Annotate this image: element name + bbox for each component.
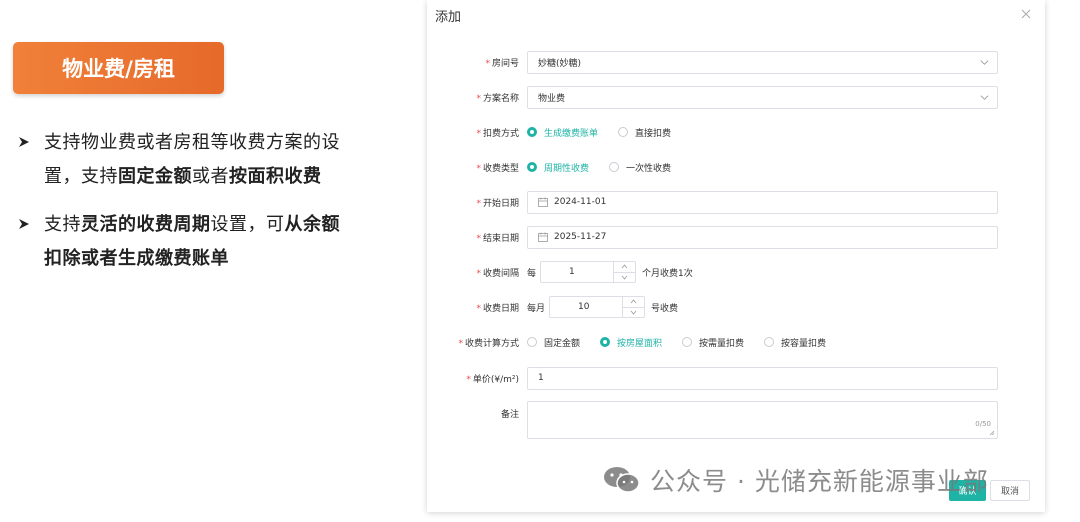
charge-day-value: 10 (578, 302, 590, 312)
arrow-bullet-icon (16, 134, 32, 150)
cancel-button[interactable]: 取消 (990, 480, 1030, 501)
radio-periodic[interactable]: 周期性收费 (527, 161, 589, 174)
watermark-text: 公众号 · 光储充新能源事业部 (650, 467, 989, 496)
remark-textarea[interactable]: 0/50 (527, 401, 998, 439)
chevron-down-icon (980, 94, 989, 100)
watermark: 公众号 · 光储充新能源事业部 (602, 462, 989, 498)
stepper-down-icon[interactable] (614, 273, 635, 283)
end-date-row: * 结束日期 2025-11-27 (427, 225, 1045, 249)
room-label: * 房间号 (485, 58, 519, 69)
radio-by-capacity[interactable]: 按容量扣费 (764, 336, 826, 349)
radio-fixed-amount[interactable]: 固定金额 (527, 336, 580, 349)
feature-text-part: 设置，可 (210, 214, 285, 235)
charge-day-suffix: 号收费 (651, 303, 679, 314)
charge-day-prefix: 每月 (527, 303, 546, 314)
charge-type-label: * 收费类型 (476, 163, 519, 174)
radio-by-area[interactable]: 按房屋面积 (600, 336, 662, 349)
add-dialog: 添加 * 房间号 妙糖(妙糖) * 方案名称 物业费 * 扣费方式 生成缴费账单 直接… (427, 0, 1045, 512)
deduct-row: * 扣费方式 生成缴费账单 直接扣费 (427, 120, 1045, 144)
feature-item: 支持物业费或者房租等收费方案的设置，支持固定金额或者按面积收费 (16, 126, 346, 194)
feature-text-bold: 按面积收费 (229, 166, 322, 187)
feature-text-part: 支持 (44, 214, 81, 235)
feature-text: 支持物业费或者房租等收费方案的设置，支持固定金额或者按面积收费 (44, 126, 346, 194)
stepper-up-icon[interactable] (623, 297, 645, 308)
unit-price-label: * 单价(¥/m²) (466, 374, 519, 385)
feature-text-part: 或者 (192, 166, 229, 187)
calendar-icon (538, 232, 548, 242)
room-value: 妙糖(妙糖) (538, 58, 582, 69)
feature-text-bold: 固定金额 (118, 166, 192, 187)
interval-stepper[interactable]: 1 (540, 261, 637, 283)
end-date-value: 2025-11-27 (554, 232, 607, 242)
deduct-radio-group: 生成缴费账单 直接扣费 (527, 120, 691, 144)
radio-direct-deduct[interactable]: 直接扣费 (618, 126, 671, 139)
charge-day-control: 每月 10 号收费 (527, 295, 678, 319)
calc-method-row: * 收费计算方式 固定金额 按房屋面积 按需量扣费 按容量扣费 (427, 330, 1045, 354)
radio-generate-bill[interactable]: 生成缴费账单 (527, 126, 598, 139)
section-badge: 物业费/房租 (13, 42, 224, 94)
remark-label: 备注 (500, 409, 519, 420)
start-date-picker[interactable]: 2024-11-01 (527, 190, 998, 214)
feature-item: 支持灵活的收费周期设置，可从余额扣除或者生成缴费账单 (16, 208, 346, 276)
feature-text: 支持灵活的收费周期设置，可从余额扣除或者生成缴费账单 (44, 208, 346, 276)
feature-list: 支持物业费或者房租等收费方案的设置，支持固定金额或者按面积收费 支持灵活的收费周… (16, 126, 346, 290)
start-date-value: 2024-11-01 (554, 197, 607, 207)
charge-day-label: * 收费日期 (476, 303, 519, 314)
end-date-label: * 结束日期 (476, 233, 519, 244)
interval-prefix: 每 (527, 268, 537, 279)
unit-price-input[interactable]: 1 (527, 366, 998, 390)
deduct-label: * 扣费方式 (476, 128, 519, 139)
arrow-bullet-icon (16, 216, 32, 232)
end-date-picker[interactable]: 2025-11-27 (527, 225, 998, 249)
remark-counter: 0/50 (975, 420, 991, 428)
plan-select[interactable]: 物业费 (527, 85, 998, 109)
interval-value: 1 (569, 267, 575, 277)
interval-row: * 收费间隔 每 1 个月收费1次 (427, 260, 1045, 284)
room-row: * 房间号 妙糖(妙糖) (427, 50, 1045, 74)
charge-day-stepper[interactable]: 10 (549, 296, 646, 318)
plan-label: * 方案名称 (476, 93, 519, 104)
plan-value: 物业费 (538, 93, 566, 104)
wechat-icon (604, 467, 640, 493)
start-date-row: * 开始日期 2024-11-01 (427, 190, 1045, 214)
interval-label: * 收费间隔 (476, 268, 519, 279)
stepper-up-icon[interactable] (614, 262, 636, 273)
radio-one-time[interactable]: 一次性收费 (609, 161, 671, 174)
room-select[interactable]: 妙糖(妙糖) (527, 50, 998, 74)
charge-type-radio-group: 周期性收费 一次性收费 (527, 155, 691, 179)
dialog-title: 添加 (435, 10, 462, 25)
charge-type-row: * 收费类型 周期性收费 一次性收费 (427, 155, 1045, 179)
unit-price-value: 1 (538, 373, 544, 383)
charge-day-row: * 收费日期 每月 10 号收费 (427, 295, 1045, 319)
interval-control: 每 1 个月收费1次 (527, 260, 693, 284)
plan-row: * 方案名称 物业费 (427, 85, 1045, 109)
resize-grip-icon[interactable] (989, 430, 995, 436)
calc-method-radio-group: 固定金额 按房屋面积 按需量扣费 按容量扣费 (527, 330, 846, 354)
chevron-down-icon (980, 59, 989, 65)
start-date-label: * 开始日期 (476, 198, 519, 209)
radio-by-demand[interactable]: 按需量扣费 (682, 336, 744, 349)
interval-suffix: 个月收费1次 (642, 268, 693, 279)
calendar-icon (538, 197, 548, 207)
stepper-down-icon[interactable] (623, 308, 644, 318)
calc-method-label: * 收费计算方式 (458, 338, 519, 349)
feature-text-bold: 灵活的收费周期 (81, 214, 211, 235)
close-icon[interactable] (1021, 4, 1035, 19)
unit-price-row: * 单价(¥/m²) 1 (427, 366, 1045, 390)
